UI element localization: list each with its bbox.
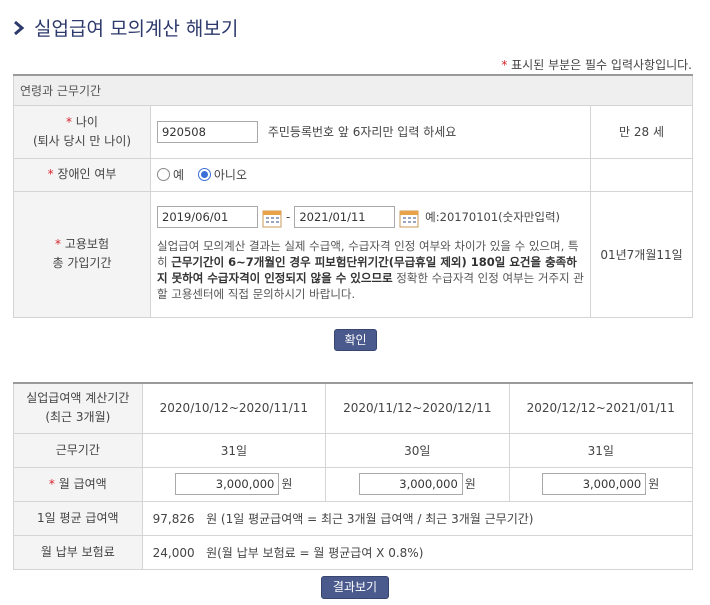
daily-average-label: 1일 평균 급여액 [13, 500, 143, 536]
monthly-premium-cell: 24,000 원(월 납부 보험료 = 월 평균급여 X 0.8%) [141, 534, 694, 570]
required-mark: * [501, 58, 508, 72]
age-input-cell: 주민등록번호 앞 6자리만 입력 하세요 [150, 104, 591, 159]
monthly-wage-cell-1: 원 [141, 466, 327, 502]
required-mark: * [47, 167, 54, 181]
disability-label: * 장애인 여부 [13, 157, 151, 192]
page-title-text: 실업급여 모의계산 해보기 [34, 18, 239, 40]
required-notice: * 표시된 부분은 필수 입력사항입니다. [501, 56, 692, 73]
disability-options: 예 아니오 [150, 157, 591, 192]
monthly-wage-input-2[interactable] [358, 473, 463, 495]
calc-period-label: 실업급여액 계산기간 (최근 3개월) [13, 382, 143, 434]
disability-yes-label[interactable]: 예 [173, 168, 184, 182]
calc-period-1: 2020/10/12~2020/11/11 [141, 382, 327, 434]
monthly-premium-label: 월 납부 보험료 [13, 534, 143, 570]
monthly-wage-label: * 월 급여액 [13, 466, 143, 502]
won-unit: 원 [464, 477, 476, 491]
employment-period-result: 01년7개월11일 [590, 190, 693, 318]
calendar-icon[interactable] [399, 208, 419, 228]
work-days-1: 31일 [141, 432, 327, 468]
required-mark: * [48, 476, 55, 491]
employment-label: * 고용보험 총 가입기간 [13, 190, 151, 318]
work-days-label: 근무기간 [13, 432, 143, 468]
won-unit: 원 [281, 477, 293, 491]
daily-average-value: 97,826 [152, 511, 195, 526]
calc-period-2: 2020/11/12~2020/12/11 [325, 382, 510, 434]
confirm-button[interactable]: 확인 [334, 329, 377, 351]
monthly-premium-desc: 원(월 납부 보험료 = 월 평균급여 X 0.8%) [206, 545, 424, 560]
age-label-line1: 나이 [75, 114, 98, 129]
disability-label-text: 장애인 여부 [57, 167, 117, 181]
disability-result [590, 157, 693, 192]
disability-no-radio[interactable] [197, 168, 211, 181]
employment-input-cell: - 예:20170101(숫자만입력) 실업급여 모의계산 결과는 실제 수급액… [150, 190, 591, 318]
monthly-wage-cell-2: 원 [325, 466, 510, 502]
work-days-2: 30일 [325, 432, 510, 468]
required-mark: * [55, 237, 61, 251]
monthly-wage-input-1[interactable] [175, 473, 280, 495]
calc-period-label-line2: (최근 3개월) [45, 410, 111, 425]
work-days-3: 31일 [508, 432, 694, 468]
view-result-button[interactable]: 결과보기 [321, 576, 389, 599]
wage-calc-table: 실업급여액 계산기간 (최근 3개월) 2020/10/12~2020/11/1… [13, 382, 694, 570]
monthly-wage-label-text: 월 급여액 [58, 476, 107, 491]
eligibility-warning: 실업급여 모의계산 결과는 실제 수급액, 수급자격 인정 여부와 차이가 있을… [157, 238, 584, 302]
disability-no-label[interactable]: 아니오 [214, 168, 247, 182]
disability-yes-radio[interactable] [157, 168, 170, 181]
birthdate-input[interactable] [157, 120, 258, 143]
monthly-premium-value: 24,000 [152, 545, 195, 560]
employment-label-line2: 총 가입기간 [52, 256, 112, 270]
age-label: * 나이 (퇴사 당시 만 나이) [13, 104, 151, 159]
required-notice-text: 표시된 부분은 필수 입력사항입니다. [511, 58, 692, 72]
age-result: 만 28 세 [590, 104, 693, 159]
age-label-line2: (퇴사 당시 만 나이) [32, 133, 132, 148]
page-title: 실업급여 모의계산 해보기 [12, 14, 238, 41]
calc-period-3: 2020/12/12~2021/01/11 [508, 382, 694, 434]
won-unit: 원 [648, 477, 660, 491]
chevron-right-icon [14, 20, 25, 35]
daily-average-cell: 97,826 원 (1일 평균급여액 = 최근 3개월 급여액 / 최근 3개월… [141, 500, 694, 536]
calendar-icon[interactable] [262, 208, 282, 228]
date-range-dash: - [286, 210, 291, 224]
section-heading: 연령과 근무기간 [13, 74, 693, 106]
input-form-table: 연령과 근무기간 * 나이 (퇴사 당시 만 나이) 주민등록번호 앞 6자리만… [13, 74, 693, 318]
birthdate-hint: 주민등록번호 앞 6자리만 입력 하세요 [267, 124, 457, 139]
end-date-input[interactable] [294, 206, 396, 228]
start-date-input[interactable] [157, 206, 258, 228]
employment-label-line1: 고용보험 [64, 237, 109, 251]
monthly-wage-cell-3: 원 [508, 466, 694, 502]
date-format-example: 예:20170101(숫자만입력) [425, 210, 561, 224]
calc-period-label-line1: 실업급여액 계산기간 [26, 391, 130, 406]
monthly-wage-input-3[interactable] [542, 473, 647, 495]
required-mark: * [66, 114, 73, 129]
daily-average-desc: 원 (1일 평균급여액 = 최근 3개월 급여액 / 최근 3개월 근무기간) [206, 511, 534, 526]
